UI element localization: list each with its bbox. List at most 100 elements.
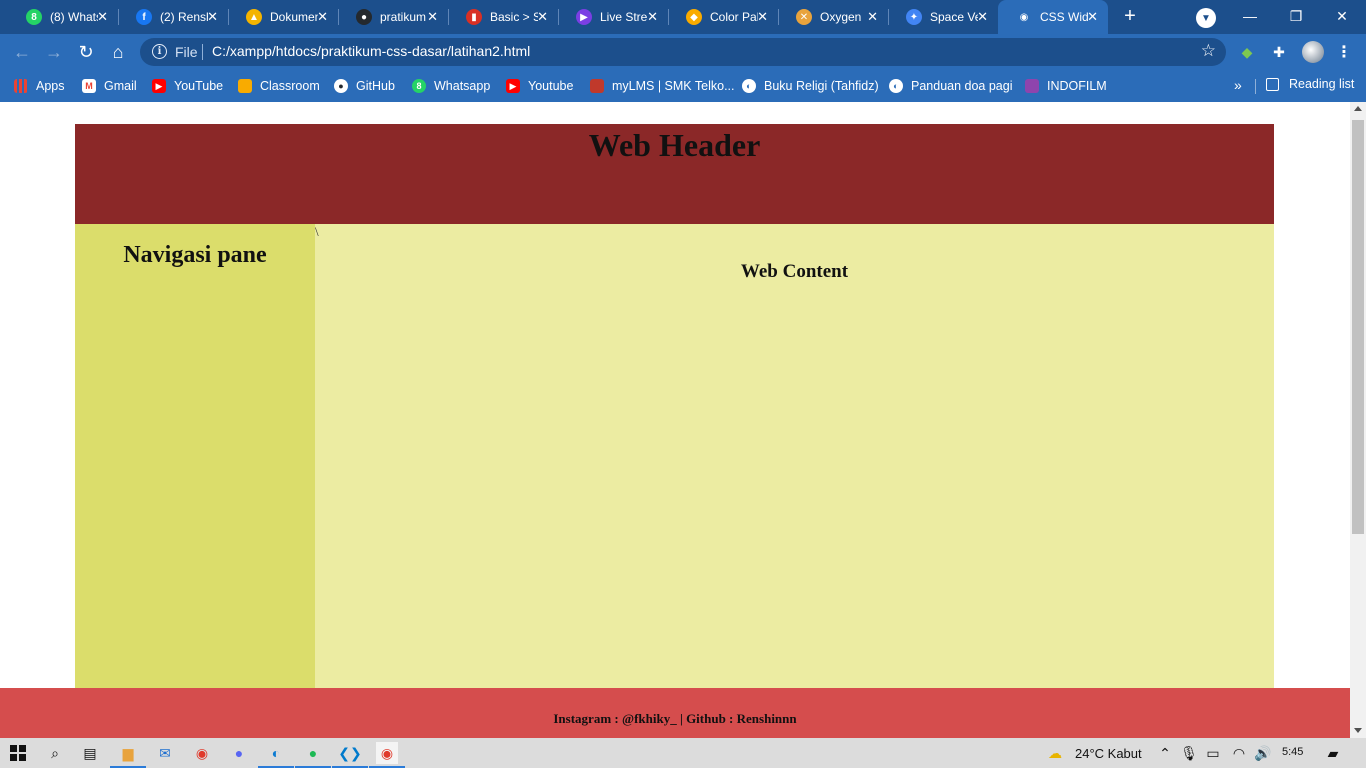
extensions-puzzle-icon[interactable]: ✚ [1270, 43, 1288, 61]
file-explorer-icon[interactable]: ▆ [117, 742, 139, 764]
scroll-thumb[interactable] [1352, 120, 1364, 534]
minimize-button[interactable]: — [1238, 4, 1262, 28]
bookmark-label: YouTube [174, 79, 224, 93]
scroll-down-arrow-icon[interactable] [1354, 728, 1362, 733]
tab-close-icon[interactable]: ✕ [207, 9, 218, 25]
web-header: Web Header [75, 124, 1274, 224]
maximize-button[interactable]: ❐ [1284, 4, 1308, 28]
spotify-icon[interactable]: ● [302, 742, 324, 764]
notifications-icon[interactable]: ▰ [1322, 742, 1344, 764]
scroll-up-arrow-icon[interactable] [1354, 106, 1362, 111]
close-window-button[interactable]: ✕ [1330, 4, 1354, 28]
mail-icon[interactable]: ✉ [154, 742, 176, 764]
site-info-icon[interactable]: i [152, 44, 167, 59]
tab-title: (8) Whats [50, 10, 98, 24]
profile-avatar[interactable] [1302, 41, 1324, 63]
browser-toolbar: ← → ↻ ⌂ i File C:/xampp/htdocs/praktikum… [0, 34, 1366, 70]
bookmark-label: Youtube [528, 79, 574, 93]
chrome-active-icon[interactable]: ◉ [376, 742, 398, 764]
lms-icon [590, 79, 604, 93]
bookmark-10[interactable]: INDOFILM [1025, 77, 1107, 95]
bookmark-7[interactable]: myLMS | SMK Telko... [590, 77, 735, 95]
tab-9[interactable]: ◉ CSS Wid ✕ [998, 0, 1108, 34]
bookmark-label: GitHub [356, 79, 395, 93]
tab-close-icon[interactable]: ✕ [867, 9, 878, 25]
chrome-icon[interactable]: ◉ [191, 742, 213, 764]
tab-close-icon[interactable]: ✕ [317, 9, 328, 25]
back-button[interactable]: ← [10, 40, 34, 64]
tab-title: Live Strea [600, 10, 648, 24]
reload-button[interactable]: ↻ [74, 40, 98, 64]
bookmark-8[interactable]: ◐ Buku Religi (Tahfidz) [742, 77, 879, 95]
bookmark-3[interactable]: Classroom [238, 77, 320, 95]
tab-0[interactable]: 8 (8) Whats ✕ [8, 0, 118, 34]
tab-title: CSS Wid [1040, 10, 1088, 24]
tab-close-icon[interactable]: ✕ [977, 9, 988, 25]
bookmark-5[interactable]: 8 Whatsapp [412, 77, 490, 95]
tab-close-icon[interactable]: ✕ [537, 9, 548, 25]
extension-icon[interactable]: ◆ [1238, 43, 1256, 61]
tab-separator [448, 9, 449, 25]
navigation-pane: Navigasi pane [75, 224, 315, 694]
browser-menu-icon[interactable]: ⋮ [1336, 42, 1352, 62]
tab-2[interactable]: ▲ Dokumen ✕ [228, 0, 338, 34]
reading-list-icon [1266, 77, 1279, 91]
file-scheme-label: File [175, 44, 198, 60]
tab-title: Space Ve [930, 10, 978, 24]
slides-icon: ▮ [466, 9, 482, 25]
vscode-icon[interactable]: ❮❯ [338, 742, 361, 764]
palette-icon: ◆ [686, 9, 702, 25]
new-tab-button[interactable]: + [1118, 4, 1142, 28]
address-bar[interactable]: i File C:/xampp/htdocs/praktikum-css-das… [140, 38, 1226, 66]
bookmark-6[interactable]: ▶ Youtube [506, 77, 573, 95]
search-icon[interactable]: ⌕ [44, 742, 66, 764]
globe-icon: ◐ [742, 79, 756, 93]
bookmark-1[interactable]: M Gmail [82, 77, 137, 95]
vertical-scrollbar[interactable] [1350, 102, 1366, 738]
edge-icon[interactable]: ◐ [265, 742, 287, 764]
bookmark-0[interactable]: Apps [14, 77, 65, 95]
volume-icon[interactable]: 🔊 [1252, 742, 1274, 764]
wifi-icon[interactable]: ◠ [1228, 742, 1250, 764]
globe-icon: ◉ [1019, 11, 1029, 23]
tab-7[interactable]: ✕ Oxygen ✕ [778, 0, 888, 34]
discord-icon[interactable]: ● [228, 742, 250, 764]
windows-start-icon[interactable] [10, 745, 26, 761]
bookmark-star-icon[interactable]: ☆ [1201, 41, 1216, 61]
tab-search-button[interactable]: ▼ [1196, 8, 1216, 28]
reading-list-button[interactable]: Reading list [1266, 77, 1354, 91]
tab-close-icon[interactable]: ✕ [97, 9, 108, 25]
tab-title: Dokumen [270, 10, 318, 24]
bookmark-2[interactable]: ▶ YouTube [152, 77, 223, 95]
bookmark-9[interactable]: ◐ Panduan doa pagi [889, 77, 1012, 95]
weather-text[interactable]: 24°C Kabut [1075, 746, 1142, 761]
tab-5[interactable]: ▶ Live Strea✕ [558, 0, 668, 34]
tab-close-icon[interactable]: ✕ [427, 9, 438, 25]
home-button[interactable]: ⌂ [106, 40, 130, 64]
tab-4[interactable]: ▮ Basic > S ✕ [448, 0, 558, 34]
bookmark-4[interactable]: ● GitHub [334, 77, 395, 95]
tab-separator [118, 9, 119, 25]
tab-close-icon[interactable]: ✕ [1087, 9, 1098, 25]
tab-8[interactable]: ✦ Space Ve ✕ [888, 0, 998, 34]
chevron-up-icon[interactable]: ⌃ [1154, 742, 1176, 764]
battery-icon[interactable]: ▭ [1202, 742, 1224, 764]
microphone-icon[interactable]: 🎙 [1178, 742, 1200, 764]
tab-close-icon[interactable]: ✕ [757, 9, 768, 25]
clock-time[interactable]: 5:45 [1282, 746, 1303, 758]
forward-button[interactable]: → [42, 40, 66, 64]
web-content: \ Web Content [315, 224, 1274, 694]
task-view-icon[interactable]: ▤ [79, 742, 101, 764]
tab-1[interactable]: f (2) Rensh ✕ [118, 0, 228, 34]
url-text[interactable]: C:/xampp/htdocs/praktikum-css-dasar/lati… [212, 43, 530, 59]
weather-icon[interactable]: ☁ [1044, 742, 1066, 764]
stray-backslash: \ [315, 224, 319, 239]
google-drive-icon: ▲ [246, 9, 262, 25]
tab-close-icon[interactable]: ✕ [647, 9, 658, 25]
tab-title: Color Pal [710, 10, 758, 24]
tab-3[interactable]: ● pratikum ✕ [338, 0, 448, 34]
tab-6[interactable]: ◆ Color Pal ✕ [668, 0, 778, 34]
divider [202, 44, 203, 60]
tab-separator [888, 9, 889, 25]
more-bookmarks-button[interactable]: » [1234, 77, 1242, 93]
